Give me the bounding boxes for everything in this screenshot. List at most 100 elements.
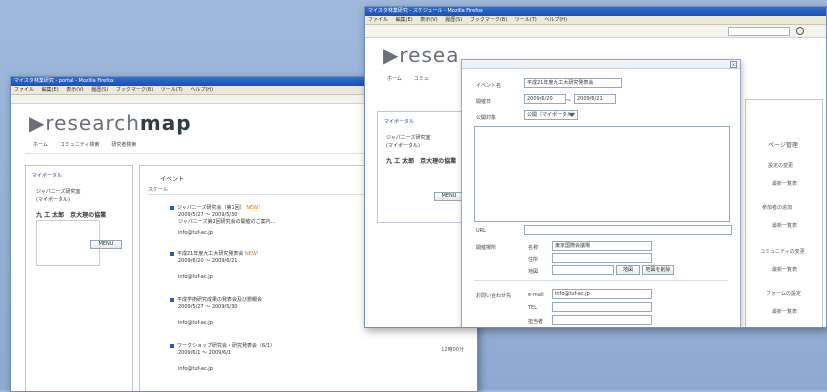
- date-from-field[interactable]: 2009/6/20: [524, 94, 566, 104]
- researchmap-logo[interactable]: ▶resea: [383, 43, 459, 67]
- front-nav: ホーム コミュ: [387, 75, 439, 82]
- menu-bookmarks[interactable]: ブックマーク(B): [116, 87, 153, 93]
- time-label: 12時00分: [441, 347, 464, 353]
- event-extra: ジャパニーズ第2回研究会の開催のご案内...: [178, 219, 276, 225]
- event-item[interactable]: ワークショップ研究会・研究発表会（6/1）: [170, 342, 275, 349]
- menu-file[interactable]: ファイル: [368, 17, 388, 23]
- front-browser-window: マイスタ林業研究 - スケジュール - Mozilla Firefox ファイル…: [364, 6, 827, 328]
- menu-edit[interactable]: 編集(E): [396, 17, 413, 23]
- menu-help[interactable]: ヘルプ(H): [190, 87, 213, 93]
- event-item[interactable]: 平成学術研究成果の発表会及び懇親会: [170, 296, 262, 303]
- search-field[interactable]: [728, 27, 790, 36]
- right-link[interactable]: 設定の変更: [768, 162, 793, 169]
- place-label: 開催場所: [476, 245, 497, 251]
- right-link[interactable]: 最新一覧表: [772, 222, 797, 229]
- front-left-panel: マイポータル ジャパニーズ研究室 (マイポータル) 九 工 太郎 京大理の協業 …: [377, 111, 471, 223]
- url-field[interactable]: [524, 225, 732, 235]
- person-label: 担当者: [528, 319, 544, 325]
- nav-home[interactable]: ホーム: [387, 75, 402, 82]
- map-button[interactable]: 地図: [616, 265, 640, 275]
- event-contact[interactable]: info@tuf-ac.jp: [178, 320, 213, 326]
- event-contact[interactable]: info@tuf-ac.jp: [178, 366, 213, 372]
- event-date: 2009/6/20 ～ 2009/6/21: [178, 258, 238, 264]
- left-panel-line2: (マイポータル): [36, 197, 70, 203]
- dialog-header: [462, 60, 740, 69]
- chevron-down-icon[interactable]: [569, 113, 575, 117]
- nav-community[interactable]: コミュ: [414, 75, 429, 82]
- description-textarea[interactable]: [474, 126, 730, 222]
- menu-view[interactable]: 表示(V): [420, 17, 437, 23]
- new-badge: NEW!: [244, 251, 259, 257]
- menu-help[interactable]: ヘルプ(H): [544, 17, 567, 23]
- person-field[interactable]: [552, 315, 652, 325]
- event-item[interactable]: 平成21年度九工大研究発表会 NEW!: [170, 250, 259, 257]
- right-link[interactable]: 最新一覧表: [772, 266, 797, 273]
- date-label: 開催日: [476, 99, 492, 105]
- tel-label: TEL: [528, 305, 537, 311]
- event-date: 2009/6/1 ～ 2009/6/1: [178, 350, 232, 356]
- right-link[interactable]: 最新一覧表: [772, 308, 797, 315]
- left-panel-name: 九 工 太郎 京大理の協業: [36, 212, 107, 219]
- menu-button[interactable]: MENU: [434, 192, 464, 201]
- event-contact[interactable]: info@tuf-ac.jp: [178, 230, 213, 236]
- nav-home[interactable]: ホーム: [33, 141, 48, 148]
- logo-text-bold: map: [139, 111, 192, 135]
- email-field[interactable]: info@tuf-ac.jp: [552, 289, 652, 299]
- menu-tools[interactable]: ツール(T): [161, 87, 183, 93]
- right-link[interactable]: ページ管理: [768, 140, 798, 149]
- nav-researcher-search[interactable]: 研究者検索: [111, 141, 136, 148]
- event-contact[interactable]: info@tuf-ac.jp: [178, 274, 213, 280]
- place-name-field[interactable]: 東京国際会議場: [552, 241, 652, 251]
- bullet-icon: [170, 343, 174, 348]
- bullet-icon: [170, 251, 174, 256]
- place-map-label: 地図: [528, 269, 539, 275]
- place-addr-label: 住所: [528, 257, 539, 263]
- menu-view[interactable]: 表示(V): [66, 87, 83, 93]
- nav-community-search[interactable]: コミュニティ検索: [60, 141, 100, 148]
- left-panel-title: マイポータル: [32, 173, 63, 179]
- researchmap-logo[interactable]: ▶researchmap: [29, 111, 192, 135]
- menu-bookmarks[interactable]: ブックマーク(B): [470, 17, 507, 23]
- left-panel-name: 九 工 太郎 京大理の協業: [386, 158, 457, 165]
- left-panel-line1[interactable]: ジャパニーズ研究室: [36, 188, 81, 195]
- tel-field[interactable]: [552, 302, 652, 312]
- menu-edit[interactable]: 編集(E): [42, 87, 59, 93]
- close-icon[interactable]: ×: [730, 61, 737, 68]
- right-link[interactable]: 最新一覧表: [772, 180, 797, 187]
- right-link[interactable]: コミュニティの変更: [760, 248, 805, 255]
- event-date: 2009/5/27 ～ 2009/5/30: [178, 304, 238, 310]
- main-title: イベント: [160, 176, 185, 183]
- menu-button[interactable]: MENU: [90, 240, 122, 249]
- left-panel-title: マイポータル: [384, 119, 415, 125]
- event-item[interactable]: ジャパニーズ研究会（第1回） NEW!: [170, 204, 260, 211]
- menu-file[interactable]: ファイル: [14, 87, 34, 93]
- event-date: 2009/5/27 ～ 2009/5/30: [178, 212, 238, 218]
- logo-text-light: ▶resea: [383, 43, 460, 67]
- place-name-label: 名称: [528, 245, 539, 251]
- bullet-icon: [170, 297, 174, 302]
- menu-history[interactable]: 履歴(S): [91, 87, 108, 93]
- front-right-column: ページ管理 設定の変更 最新一覧表 参加者の追加 最新一覧表 コミュニティの変更…: [745, 99, 823, 327]
- right-link[interactable]: フォームの設定: [766, 290, 801, 297]
- map-clear-button[interactable]: 地図を削除: [642, 265, 674, 275]
- menu-history[interactable]: 履歴(S): [445, 17, 462, 23]
- place-addr-field[interactable]: [552, 253, 652, 263]
- title-field[interactable]: 平成21年度九工大研究発表会: [524, 78, 622, 88]
- menu-tools[interactable]: ツール(T): [515, 17, 537, 23]
- back-left-panel: マイポータル ジャパニーズ研究室 (マイポータル) 九 工 太郎 京大理の協業 …: [25, 165, 133, 391]
- search-icon[interactable]: [796, 27, 804, 35]
- date-to-field[interactable]: 2009/6/21: [574, 94, 616, 104]
- front-address-bar[interactable]: [365, 25, 826, 38]
- front-window-title: マイスタ林業研究 - スケジュール - Mozilla Firefox: [365, 7, 826, 16]
- sub-title: スケール: [148, 187, 169, 193]
- title-label: イベント名: [476, 83, 502, 89]
- place-map-field[interactable]: [552, 265, 614, 275]
- front-menubar: ファイル 編集(E) 表示(V) 履歴(S) ブックマーク(B) ツール(T) …: [365, 16, 826, 25]
- public-label: 公開対象: [476, 115, 497, 121]
- left-panel-line1[interactable]: ジャパニーズ研究室: [386, 134, 431, 141]
- url-label: URL: [476, 228, 486, 234]
- right-link[interactable]: 参加者の追加: [762, 204, 792, 211]
- date-separator: ～: [566, 98, 572, 104]
- contact-label: お問い合わせ先: [476, 293, 512, 299]
- place-divider: [474, 280, 728, 281]
